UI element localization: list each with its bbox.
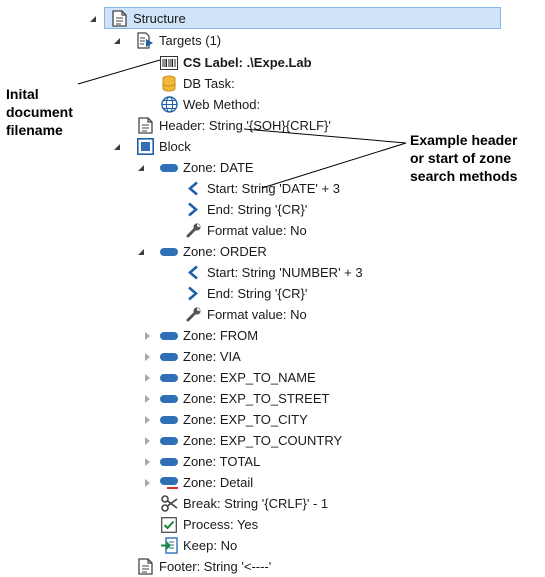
annotation-right: Example header or start of zone search m… (410, 131, 517, 185)
annotation-left: Inital document filename (6, 85, 73, 139)
annotation-line: or start of zone (410, 150, 512, 166)
annotation-line-start (261, 142, 407, 189)
annotation-line-left (77, 59, 161, 85)
annotation-line: Inital (6, 86, 39, 102)
annotation-line: filename (6, 122, 63, 138)
annotation-line: Example header (410, 132, 518, 148)
annotation-lines (77, 59, 407, 189)
annotation-line: search methods (410, 168, 518, 184)
annotation-line: document (6, 104, 73, 120)
annotation-line-header (243, 128, 407, 144)
